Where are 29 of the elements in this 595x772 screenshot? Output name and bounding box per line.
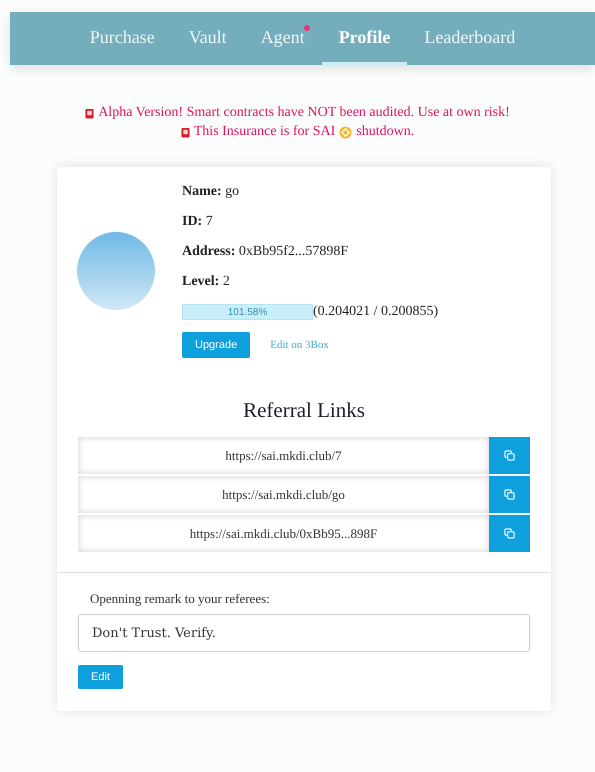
profile-field: ID: 7 [182,214,438,230]
progress-percent: 101.58% [228,306,268,318]
copy-button[interactable] [489,476,530,513]
copy-button[interactable] [489,437,530,474]
section-title: Referral Links [242,398,366,423]
profile-field: Level: 2 [182,274,438,290]
edit-button[interactable]: Edit [78,665,123,689]
remark-input-field[interactable]: Don't Trust. Verify. [78,614,530,652]
progress-reading: (0.204021 / 0.200855) [313,304,438,320]
warning-text: Alpha Version! Smart contracts have NOT been audited. Use at own risk! [98,105,510,121]
upgrade-button[interactable]: Upgrade [182,332,250,358]
nav-tab[interactable]: Leaderboard [407,12,532,65]
edit-link[interactable]: Edit on 3Box [270,339,329,351]
nav-tab[interactable]: Agent [244,12,322,65]
profile-field: Address: 0xBb95f2...57898F [182,244,438,260]
insurance-text: shutdown. [356,124,414,140]
copy-icon [504,489,515,500]
insurance-text: This Insurance is for SAI [194,124,336,140]
siren-icon [180,126,190,138]
siren-icon [85,108,94,118]
copy-icon [504,528,515,539]
coin-icon [339,126,352,138]
profile-field: Name: go [182,184,438,200]
copy-icon [504,450,515,461]
nav-tab[interactable]: Vault [172,12,244,65]
copy-button[interactable] [489,515,530,552]
nav-tab[interactable]: Purchase [72,12,172,65]
nav-tab[interactable]: Profile [322,12,408,65]
remark-label: Openning remark to your referees: [89,591,271,607]
